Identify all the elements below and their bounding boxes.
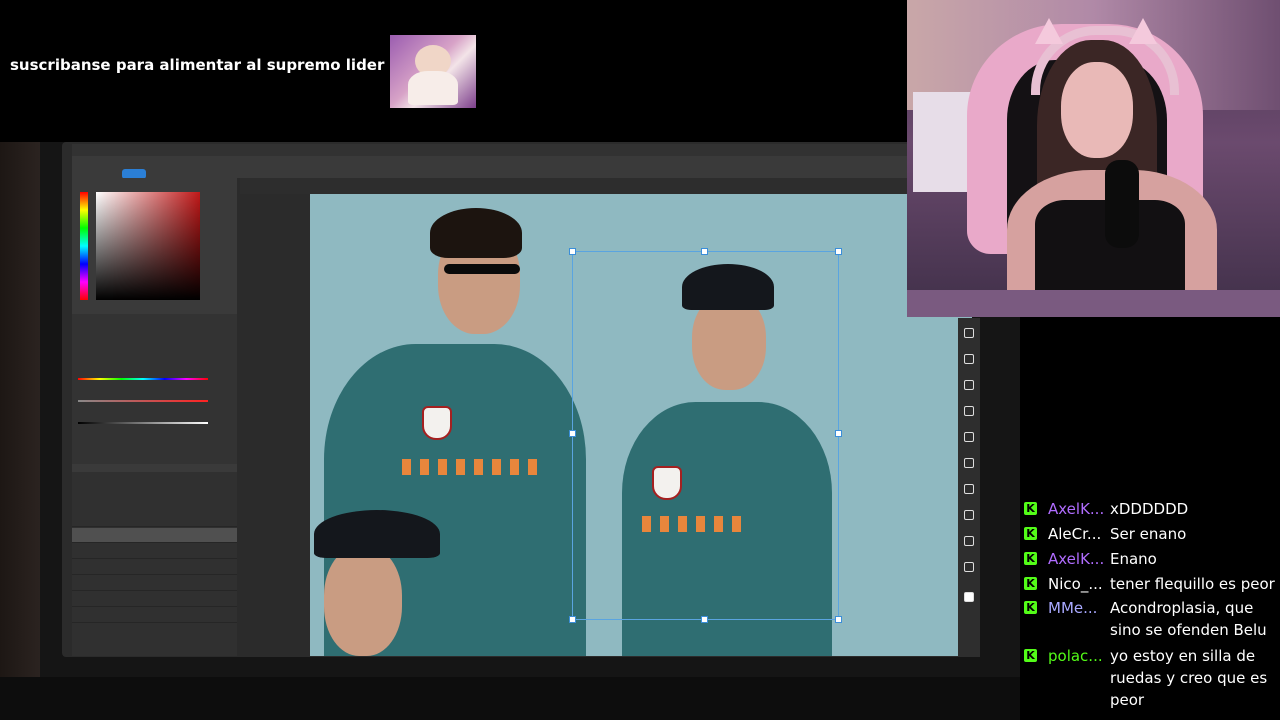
layer-row[interactable] (72, 576, 237, 591)
kick-badge-icon: K (1024, 527, 1037, 540)
layer-row-selected[interactable] (72, 528, 237, 543)
kick-badge-icon: K (1024, 577, 1037, 590)
webcam-desk (907, 290, 1280, 317)
kick-badge-icon: K (1024, 502, 1037, 515)
hand-tool-icon[interactable] (964, 536, 974, 546)
lasso-tool-icon[interactable] (964, 380, 974, 390)
cat-ear-right (1129, 18, 1157, 44)
tools-panel (958, 318, 980, 657)
webcam-feed (907, 0, 1280, 317)
chat-text: Enano (1110, 550, 1157, 568)
layer-row[interactable] (72, 560, 237, 575)
move-tool-icon[interactable] (964, 328, 974, 338)
canvas-photo[interactable] (310, 194, 972, 656)
left-panels (72, 178, 237, 656)
microphone (1105, 160, 1139, 248)
hue-slider[interactable] (80, 192, 88, 300)
kick-badge-icon: K (1024, 552, 1037, 565)
chat-username[interactable]: polac... (1048, 645, 1104, 667)
ps-menu-bar[interactable] (72, 144, 970, 156)
zoom-tool-icon[interactable] (964, 562, 974, 572)
chat-text: tener flequillo es peor (1110, 575, 1275, 593)
monitor-bezel (0, 142, 40, 720)
pen-tool-icon[interactable] (964, 510, 974, 520)
cat-ear-left (1035, 18, 1063, 44)
crop-tool-icon[interactable] (964, 406, 974, 416)
layer-row[interactable] (72, 544, 237, 559)
chat-text: Ser enano (1110, 525, 1187, 543)
layer-row[interactable] (72, 592, 237, 607)
kick-badge-icon: K (1024, 601, 1037, 614)
cat-image (390, 35, 476, 108)
lightness-track[interactable] (78, 422, 208, 424)
chat-username[interactable]: AxelK... (1048, 498, 1104, 520)
chat-username[interactable]: AxelK... (1048, 548, 1104, 570)
chat-username[interactable]: Nico_... (1048, 573, 1104, 595)
photoshop-window (62, 142, 980, 657)
chat-text: Acondroplasia, que sino se ofenden Belu (1110, 599, 1267, 639)
monitor-capture (0, 142, 1020, 720)
desk-edge (0, 677, 1020, 720)
text-tool-icon[interactable] (964, 484, 974, 494)
stream-banner-text: suscribanse para alimentar al supremo li… (10, 56, 403, 74)
chat-text: yo estoy en silla de ruedas y creo que e… (1110, 647, 1268, 709)
brush-tool-icon[interactable] (964, 432, 974, 442)
properties-panel (72, 314, 237, 464)
hue-track[interactable] (78, 378, 208, 380)
chat-username[interactable]: AleCr... (1048, 523, 1104, 545)
marquee-tool-icon[interactable] (964, 354, 974, 364)
color-picker-field[interactable] (96, 192, 200, 300)
ps-options-bar[interactable] (72, 156, 970, 179)
chat-text: xDDDDDD (1110, 500, 1189, 518)
layer-row[interactable] (72, 512, 237, 527)
transform-selection[interactable] (569, 248, 842, 623)
document-tab-bar[interactable] (240, 178, 970, 194)
layer-row[interactable] (72, 608, 237, 623)
eraser-tool-icon[interactable] (964, 458, 974, 468)
layers-panel (72, 472, 237, 656)
cat-body (408, 71, 458, 105)
chat-username[interactable]: MMe... (1048, 597, 1104, 619)
color-swatch-icon[interactable] (964, 592, 974, 602)
saturation-track[interactable] (78, 400, 208, 402)
kick-badge-icon: K (1024, 649, 1037, 662)
